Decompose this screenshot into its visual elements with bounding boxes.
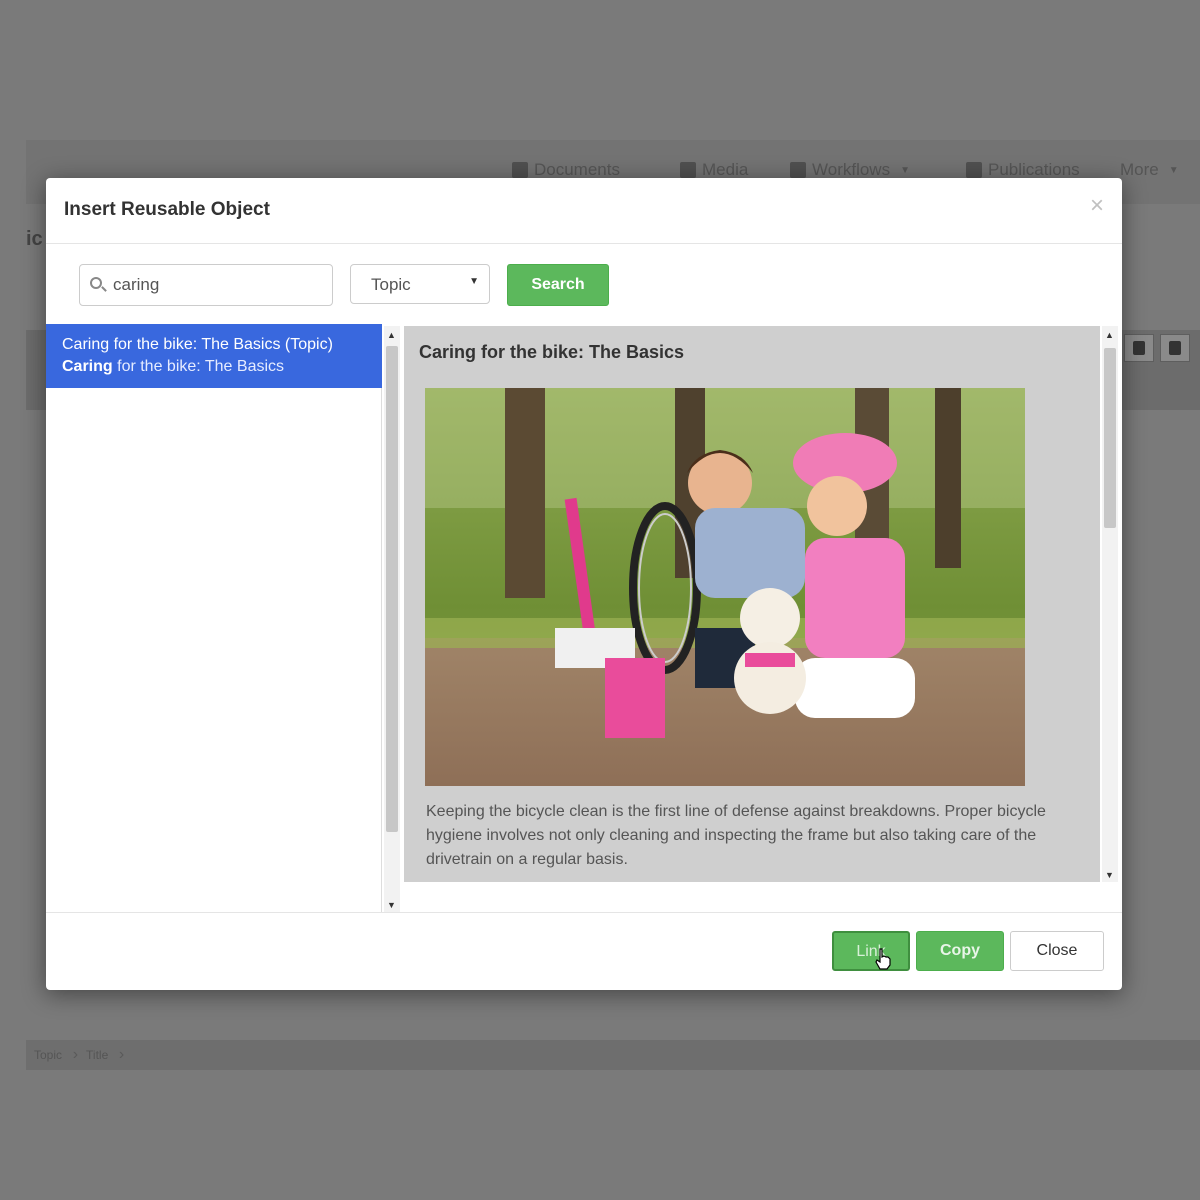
- result-snippet-rest: for the bike: The Basics: [112, 358, 285, 375]
- nav-media: Media: [680, 160, 748, 180]
- caret-down-icon: ▼: [900, 164, 910, 176]
- book-icon: [966, 162, 982, 178]
- home-icon: [512, 162, 528, 178]
- search-row: Topic ▼ Search: [46, 264, 1122, 306]
- gears-icon: [790, 162, 806, 178]
- preview-image: [425, 388, 1025, 786]
- scrollbar-thumb[interactable]: [386, 346, 398, 832]
- caret-down-icon: ▼: [1168, 164, 1179, 176]
- caret-down-icon: ▼: [469, 276, 479, 287]
- modal-header: Insert Reusable Object ×: [46, 178, 1122, 244]
- background-heading-fragment: ic: [26, 228, 43, 250]
- link-button[interactable]: Link: [832, 931, 910, 971]
- hand-cursor-icon: [875, 948, 891, 970]
- breadcrumb-title: Title: [78, 1046, 124, 1064]
- nav-publications: Publications: [966, 160, 1080, 180]
- scrollbar-thumb[interactable]: [1104, 348, 1116, 528]
- preview-title: Caring for the bike: The Basics: [419, 342, 685, 362]
- search-field[interactable]: [79, 264, 333, 306]
- close-icon[interactable]: ×: [1090, 194, 1104, 218]
- result-item[interactable]: Caring for the bike: The Basics (Topic) …: [46, 324, 382, 388]
- preview-pane: Caring for the bike: The Basics Keeping …: [404, 326, 1100, 882]
- type-select[interactable]: Topic ▼: [350, 264, 490, 304]
- edit-icon: [1160, 334, 1190, 362]
- nav-more: More ▼: [1120, 160, 1179, 179]
- modal-footer: Link Copy Close: [46, 912, 1122, 990]
- insert-reusable-object-dialog: Insert Reusable Object × Topic ▼ Search …: [46, 178, 1122, 990]
- results-scrollbar[interactable]: ▲ ▼: [384, 326, 400, 912]
- nav-documents: Documents: [512, 160, 620, 180]
- preview-scrollbar[interactable]: ▲ ▼: [1102, 326, 1118, 882]
- copy-button[interactable]: Copy: [916, 931, 1004, 971]
- breadcrumb-topic: Topic: [26, 1046, 78, 1064]
- results-list: Caring for the bike: The Basics (Topic) …: [46, 324, 382, 912]
- scroll-up-icon[interactable]: ▲: [387, 330, 396, 340]
- scroll-down-icon[interactable]: ▼: [387, 900, 396, 910]
- search-input[interactable]: [113, 274, 323, 296]
- search-button[interactable]: Search: [507, 264, 609, 306]
- music-icon: [680, 162, 696, 178]
- result-snippet: Caring for the bike: The Basics: [62, 356, 382, 378]
- modal-title: Insert Reusable Object: [64, 199, 270, 220]
- search-icon: [90, 277, 102, 289]
- close-button[interactable]: Close: [1010, 931, 1104, 971]
- scroll-down-icon[interactable]: ▼: [1105, 870, 1114, 880]
- type-select-value: Topic: [371, 275, 411, 294]
- scroll-up-icon[interactable]: ▲: [1105, 330, 1114, 340]
- background-breadcrumb: Topic Title: [26, 1040, 1200, 1070]
- nav-workflows: Workflows ▼: [790, 160, 910, 180]
- result-snippet-match: Caring: [62, 358, 113, 375]
- preview-body-text: Keeping the bicycle clean is the first l…: [426, 803, 1046, 868]
- result-title: Caring for the bike: The Basics (Topic): [62, 336, 333, 353]
- trash-icon: [1124, 334, 1154, 362]
